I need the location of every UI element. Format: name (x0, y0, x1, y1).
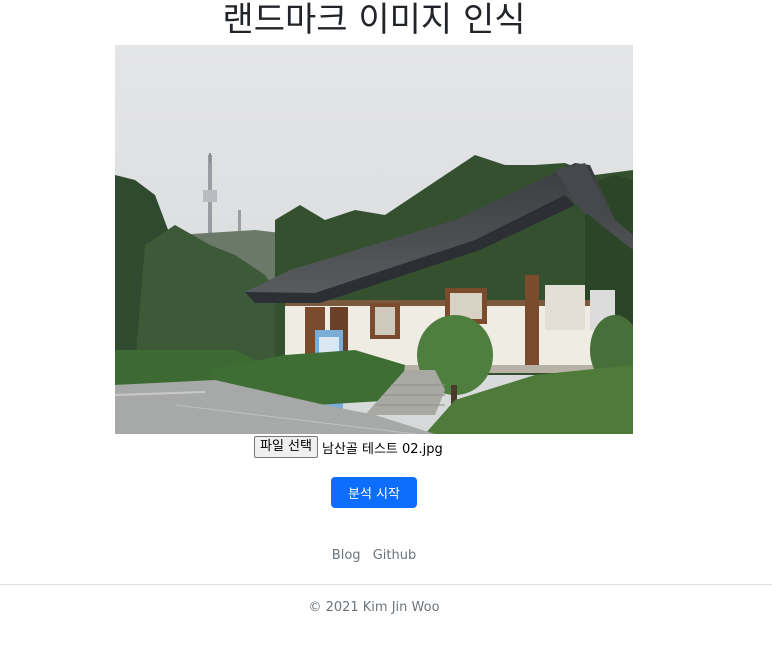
footer-divider (0, 584, 772, 585)
copyright-text: © 2021 Kim Jin Woo (308, 600, 440, 615)
github-link[interactable]: Github (373, 548, 417, 563)
uploaded-image-preview (115, 45, 633, 434)
blog-link[interactable]: Blog (332, 548, 361, 563)
selected-file-name: 남산골 테스트 02.jpg (321, 441, 443, 457)
choose-file-button[interactable]: 파일 선택 (254, 436, 318, 458)
start-analysis-button[interactable]: 분석 시작 (331, 477, 417, 508)
footer-links: Blog Github (0, 548, 748, 563)
page: 랜드마크 이미지 인식 파일 선택 남산골 테스트 02.jpg 분석 시작 B… (0, 0, 772, 662)
file-upload-row: 파일 선택 남산골 테스트 02.jpg (254, 435, 443, 459)
page-title: 랜드마크 이미지 인식 (222, 0, 526, 40)
